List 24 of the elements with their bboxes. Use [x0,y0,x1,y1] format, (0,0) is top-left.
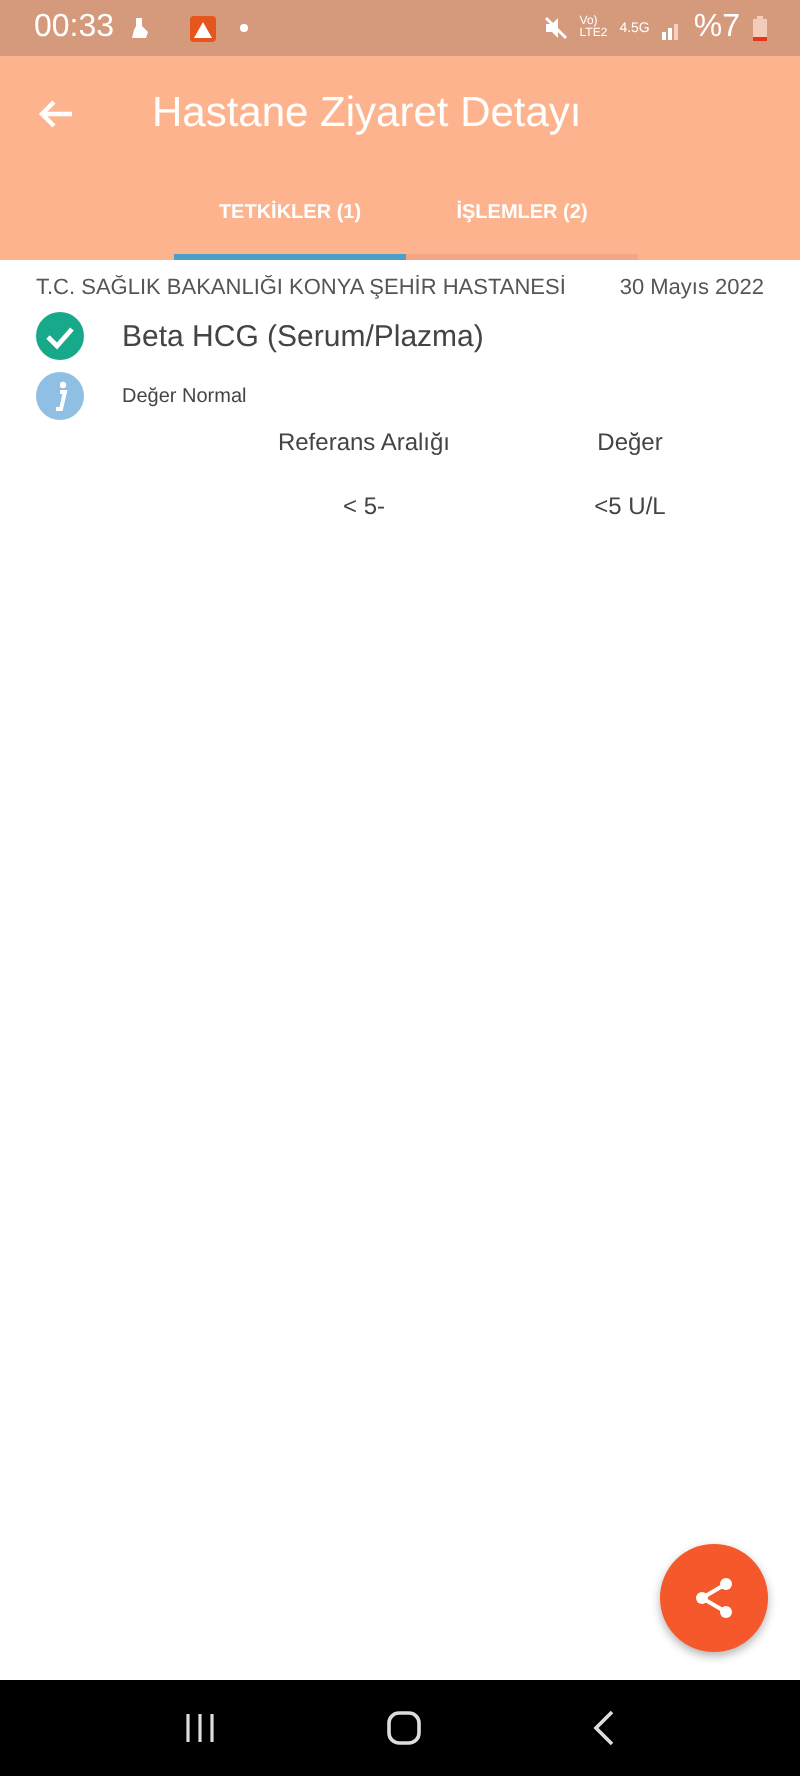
column-header: Değer [595,428,665,456]
test-name: Beta HCG (Serum/Plazma) [122,319,484,353]
info-icon [36,372,84,420]
back-arrow-icon[interactable] [38,98,74,130]
app-notification-icon [190,15,217,41]
tab[interactable]: İŞLEMLER (2) [406,172,638,260]
mute-icon [543,16,568,40]
tab[interactable]: TETKİKLER (1) [174,172,406,260]
table-cell-text: < 5- [340,492,387,520]
result-note: Değer Normal [122,385,247,407]
hospital-name: T.C. SAĞLIK BAKANLIĞI KONYA ŞEHİR HASTANESİ [36,276,566,300]
share-icon[interactable] [690,1574,738,1622]
battery-level: %7 [693,10,740,46]
screen-title: Hastane Ziyaret Detayı [152,90,582,138]
recent-apps-icon[interactable] [184,1712,217,1744]
notification-dot-icon [240,24,249,32]
status-time: 00:33 [34,10,115,46]
home-icon[interactable] [385,1710,422,1746]
table-cell-text: <5 U/L [592,492,668,520]
back-icon[interactable] [591,1710,616,1746]
share-button[interactable] [660,1544,768,1652]
visit-date: 30 Mayıs 2022 [619,276,764,300]
column-header: Referans Aralığı [276,428,452,456]
battery-icon [752,15,768,41]
